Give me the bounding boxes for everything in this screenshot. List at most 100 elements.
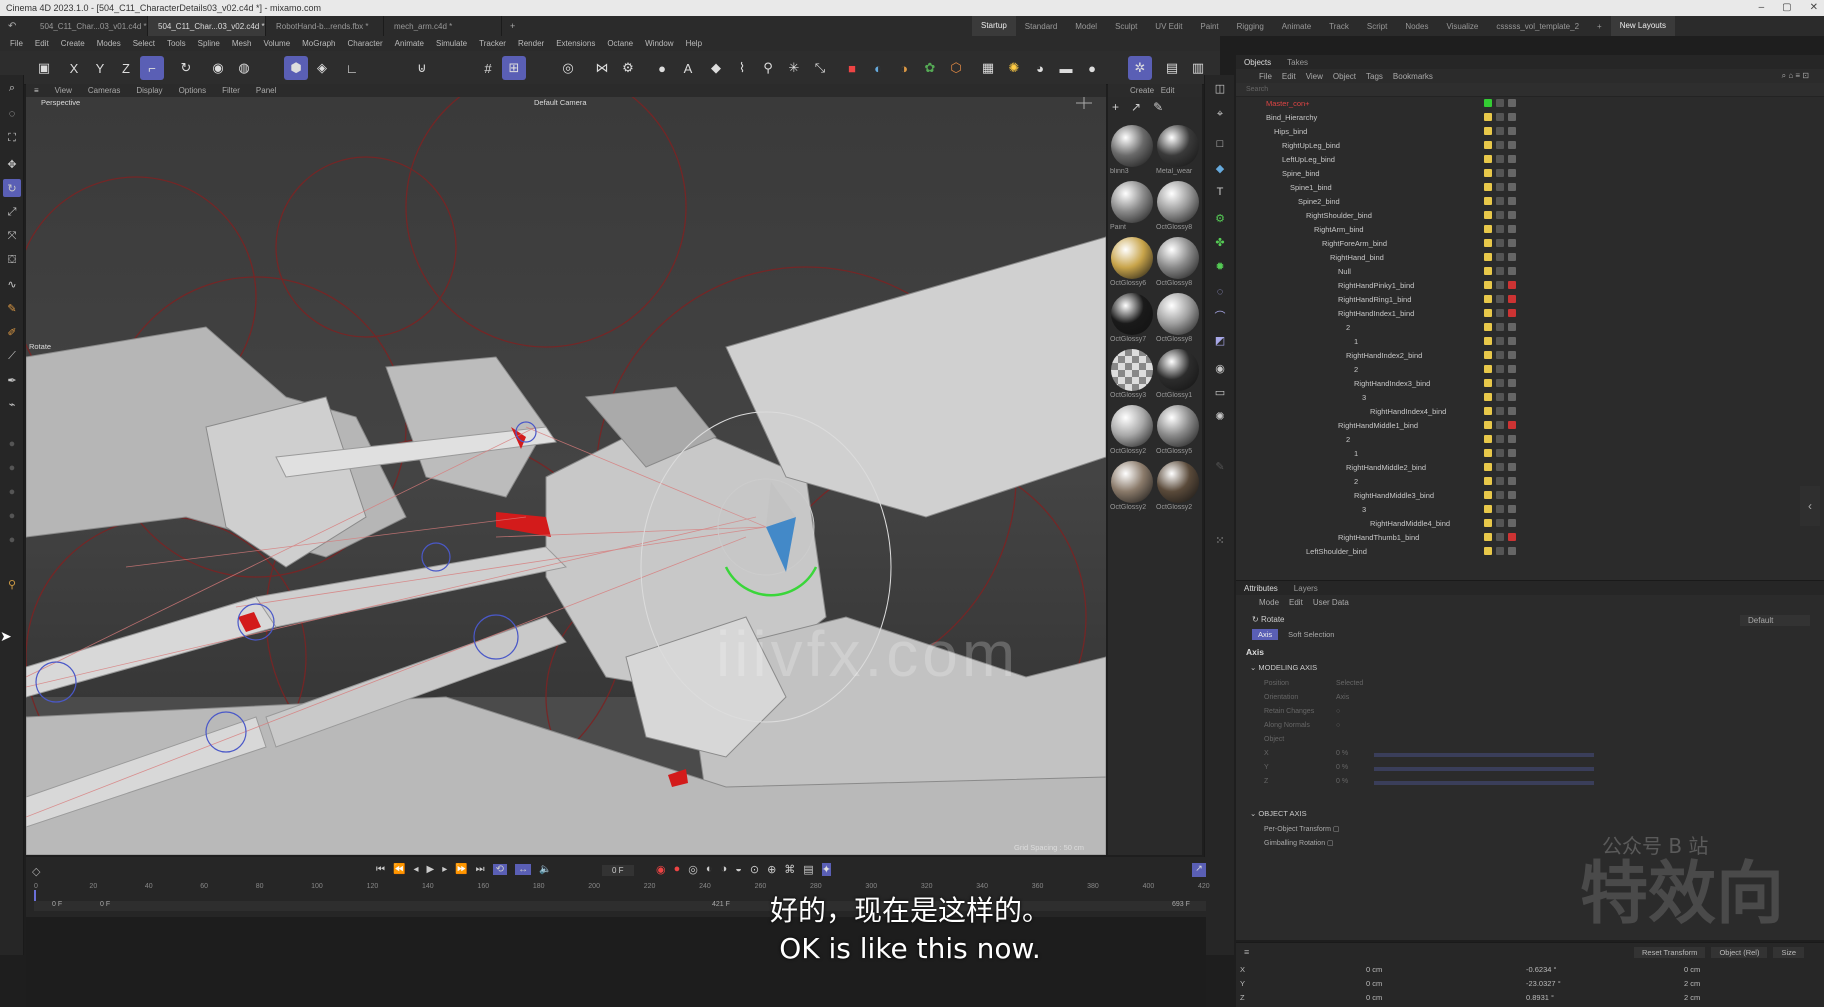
- prev-frame-icon[interactable]: ◂: [413, 864, 418, 875]
- material-swatch[interactable]: Metal_wear: [1156, 124, 1200, 178]
- object-row[interactable]: 2: [1236, 363, 1824, 377]
- rotate-icon[interactable]: ↻: [3, 179, 21, 197]
- coord-position[interactable]: 0 cm: [1366, 965, 1382, 974]
- visibility-icon[interactable]: [1496, 337, 1504, 345]
- object-row[interactable]: RightHandIndex2_bind: [1236, 349, 1824, 363]
- object-row[interactable]: RightHandMiddle2_bind: [1236, 461, 1824, 475]
- object-row[interactable]: Spine2_bind: [1236, 195, 1824, 209]
- object-row[interactable]: RightHandRing1_bind: [1236, 293, 1824, 307]
- visibility-icon[interactable]: [1496, 281, 1504, 289]
- pos-key-icon[interactable]: ◐: [706, 863, 713, 876]
- object-row[interactable]: RightHandMiddle3_bind: [1236, 489, 1824, 503]
- tag-icon[interactable]: [1508, 393, 1516, 401]
- visibility-icon[interactable]: [1496, 211, 1504, 219]
- object-row[interactable]: RightShoulder_bind: [1236, 209, 1824, 223]
- bend-icon[interactable]: ⌒: [1211, 307, 1229, 325]
- tab-objects[interactable]: Objects: [1236, 58, 1279, 67]
- light-icon[interactable]: ✺: [1002, 56, 1026, 80]
- object-row[interactable]: Spine1_bind: [1236, 181, 1824, 195]
- search-icon[interactable]: ⌕ ⌂ ≡ ⊡: [1777, 71, 1814, 81]
- next-key-icon[interactable]: ⏩: [455, 864, 467, 875]
- coord-position[interactable]: 0 cm: [1366, 993, 1382, 1002]
- param-key-icon[interactable]: ⊙: [750, 863, 759, 876]
- disabled-tool-icon[interactable]: ●: [3, 435, 21, 453]
- tag-icon[interactable]: [1508, 547, 1516, 555]
- tab-layers[interactable]: Layers: [1286, 584, 1326, 593]
- layer-color-icon[interactable]: [1484, 337, 1492, 345]
- menu-mesh[interactable]: Mesh: [226, 39, 258, 48]
- tag-icon[interactable]: [1508, 351, 1516, 359]
- minimize-icon[interactable]: –: [1759, 2, 1765, 13]
- disabled-icon[interactable]: ✎: [1211, 457, 1229, 475]
- visibility-icon[interactable]: [1496, 253, 1504, 261]
- cube-mode-icon[interactable]: ▣: [32, 56, 56, 80]
- clapper-icon[interactable]: ▤: [1160, 56, 1184, 80]
- cube-primitive-icon[interactable]: ◆: [704, 56, 728, 80]
- deformer-icon[interactable]: ⤡: [808, 56, 832, 80]
- new-layouts-button[interactable]: New Layouts: [1610, 16, 1675, 36]
- attr-menu-edit[interactable]: Edit: [1284, 598, 1308, 607]
- tag-icon[interactable]: [1508, 337, 1516, 345]
- tag-icon[interactable]: [1508, 225, 1516, 233]
- layout-tab[interactable]: Standard: [1016, 22, 1066, 31]
- visibility-icon[interactable]: [1496, 113, 1504, 121]
- model-mode-icon[interactable]: ⬢: [284, 56, 308, 80]
- preset-dropdown[interactable]: Default: [1740, 615, 1810, 626]
- material-swatch[interactable]: OctGlossy6: [1110, 236, 1154, 290]
- visibility-icon[interactable]: [1496, 379, 1504, 387]
- layout-tab[interactable]: Animate: [1273, 22, 1320, 31]
- tag-icon[interactable]: [1508, 169, 1516, 177]
- octane-icon[interactable]: ✿: [918, 56, 942, 80]
- layer-color-icon[interactable]: [1484, 113, 1492, 121]
- object-row[interactable]: 2: [1236, 433, 1824, 447]
- visibility-icon[interactable]: [1496, 225, 1504, 233]
- layer-color-icon[interactable]: [1484, 379, 1492, 387]
- sound-icon[interactable]: 🔈: [539, 864, 551, 875]
- object-row[interactable]: RightHandMiddle1_bind: [1236, 419, 1824, 433]
- pivot-icon[interactable]: ⛋: [3, 251, 21, 269]
- viewport-menu-cameras[interactable]: Cameras: [80, 86, 128, 95]
- texture-mode-icon[interactable]: ◈: [310, 56, 334, 80]
- visibility-icon[interactable]: [1496, 309, 1504, 317]
- light2-icon[interactable]: ✺: [1211, 407, 1229, 425]
- layout-tab[interactable]: Visualize: [1437, 22, 1487, 31]
- dots-icon[interactable]: ⁙: [1211, 531, 1229, 549]
- transform-icon[interactable]: ⤧: [3, 227, 21, 245]
- coord-size[interactable]: 2 cm: [1684, 979, 1700, 988]
- attr-menu-mode[interactable]: Mode: [1254, 598, 1284, 607]
- disabled-tool-icon[interactable]: ●: [3, 531, 21, 549]
- camera2-icon[interactable]: ▭: [1211, 383, 1229, 401]
- obj-menu-bookmarks[interactable]: Bookmarks: [1388, 72, 1438, 81]
- go-to-start-icon[interactable]: ⏮: [376, 864, 385, 875]
- material-swatch[interactable]: OctGlossy2: [1110, 404, 1154, 458]
- sketch-icon[interactable]: ⌁: [3, 395, 21, 413]
- y-percent[interactable]: 0 %: [1336, 761, 1363, 775]
- undo-icon[interactable]: ↶: [0, 21, 30, 32]
- material-icon[interactable]: ◕: [1028, 56, 1052, 80]
- layout-tab[interactable]: Sculpt: [1106, 22, 1146, 31]
- layer-color-icon[interactable]: [1484, 547, 1492, 555]
- object-row[interactable]: Null: [1236, 265, 1824, 279]
- object-row[interactable]: LeftShoulder_bind: [1236, 545, 1824, 557]
- visibility-icon[interactable]: [1496, 99, 1504, 107]
- tag-icon[interactable]: [1508, 477, 1516, 485]
- next-frame-icon[interactable]: ▸: [442, 864, 447, 875]
- gimballing-checkbox[interactable]: ▢: [1327, 840, 1334, 847]
- visibility-icon[interactable]: [1496, 127, 1504, 135]
- close-icon[interactable]: ✕: [1810, 2, 1818, 13]
- coord-size[interactable]: 0 cm: [1684, 965, 1700, 974]
- scene-icon[interactable]: ◉: [1211, 359, 1229, 377]
- visibility-icon[interactable]: [1496, 169, 1504, 177]
- tag-icon[interactable]: [1508, 435, 1516, 443]
- camera-icon[interactable]: ⌖: [1211, 105, 1229, 123]
- layer-color-icon[interactable]: [1484, 197, 1492, 205]
- layer-color-icon[interactable]: [1484, 309, 1492, 317]
- menu-modes[interactable]: Modes: [91, 39, 127, 48]
- visibility-icon[interactable]: [1496, 393, 1504, 401]
- tag-icon[interactable]: [1508, 533, 1516, 541]
- cloner-icon[interactable]: ✤: [1211, 233, 1229, 251]
- visibility-icon[interactable]: [1496, 533, 1504, 541]
- tag-icon[interactable]: [1508, 449, 1516, 457]
- layout-tab[interactable]: Track: [1320, 22, 1358, 31]
- menu-create[interactable]: Create: [55, 39, 91, 48]
